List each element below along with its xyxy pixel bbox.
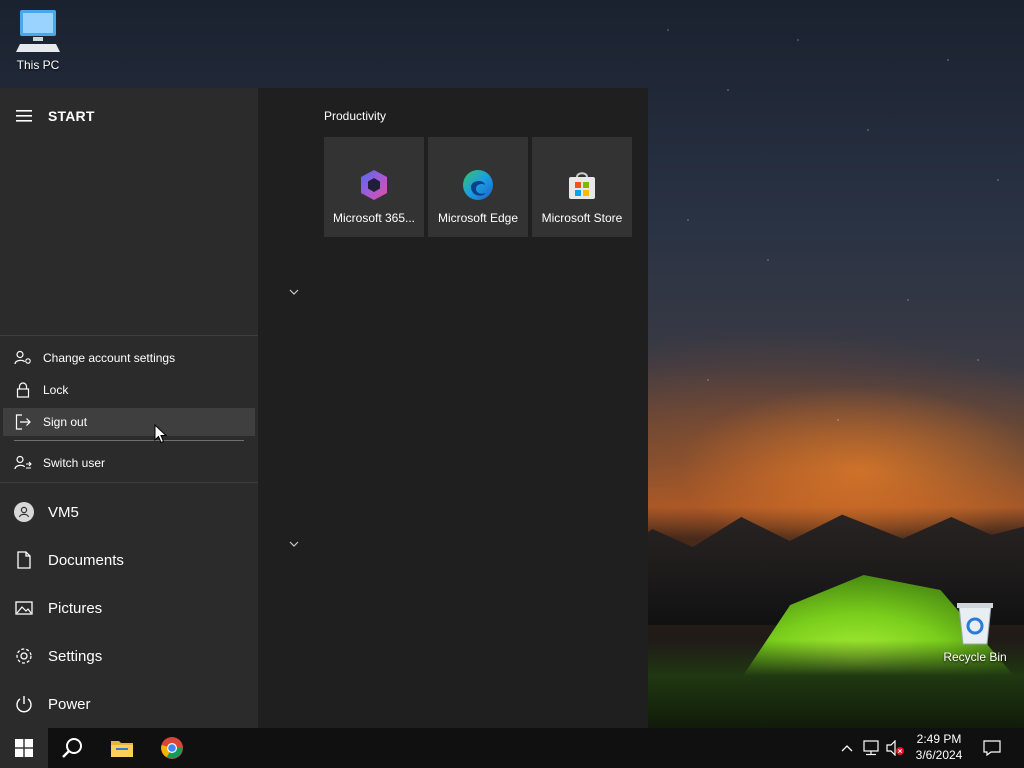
notification-icon xyxy=(983,740,1001,756)
menu-item-label: Switch user xyxy=(43,456,106,470)
store-icon xyxy=(569,172,595,199)
rail-item-icon-wrap xyxy=(0,488,48,536)
wallpaper-stars xyxy=(648,0,1024,500)
rail-item-power[interactable]: Power xyxy=(0,680,258,728)
desktop-icon-label: Recycle Bin xyxy=(943,650,1007,664)
windows-logo-icon xyxy=(15,739,33,757)
menu-item-lock[interactable]: Lock xyxy=(3,376,255,404)
menu-item-label: Lock xyxy=(43,383,69,397)
desktop-icon-recycle-bin[interactable]: Recycle Bin xyxy=(937,600,1013,664)
clock-time: 2:49 PM xyxy=(916,732,962,746)
start-button[interactable] xyxy=(0,728,48,768)
chrome-icon xyxy=(161,737,183,759)
file-explorer-button[interactable] xyxy=(98,728,146,768)
sign-out-icon xyxy=(13,412,33,432)
tile-microsoft-store[interactable]: Microsoft Store xyxy=(532,137,632,237)
start-tiles-area: Productivity Microsoft 365... Microsoft … xyxy=(258,88,648,728)
document-icon xyxy=(0,536,48,584)
rail-item-label: Pictures xyxy=(48,599,103,617)
recycle-bin-icon xyxy=(957,603,993,645)
chrome-button[interactable] xyxy=(148,728,196,768)
menu-item-switch-user[interactable]: Switch user xyxy=(3,449,255,477)
tile-label: Microsoft Store xyxy=(541,211,623,225)
volume-muted-icon xyxy=(886,740,904,756)
switch-user-icon xyxy=(13,453,33,473)
computer-icon xyxy=(16,10,60,52)
menu-item-sign-out[interactable]: Sign out xyxy=(3,408,255,436)
gear-icon xyxy=(0,632,48,680)
edge-icon xyxy=(463,170,493,200)
menu-separator xyxy=(14,440,244,441)
tile-label: Microsoft 365... xyxy=(332,211,416,225)
rail-item-documents[interactable]: Documents xyxy=(0,536,258,584)
taskbar-clock[interactable]: 2:49 PM 3/6/2024 xyxy=(908,731,970,765)
rail-item-label: Documents xyxy=(48,551,124,569)
tile-label: Microsoft Edge xyxy=(437,211,519,225)
chevron-up-icon xyxy=(841,745,853,752)
volume-tray-button[interactable] xyxy=(884,728,906,768)
user-avatar-icon xyxy=(14,502,34,522)
microsoft-365-icon xyxy=(361,170,387,200)
lock-icon xyxy=(13,380,33,400)
show-hidden-icons-button[interactable] xyxy=(838,728,856,768)
hamburger-menu-button[interactable] xyxy=(0,88,48,144)
person-gear-icon xyxy=(13,348,33,368)
collapse-group-chevron[interactable] xyxy=(282,280,306,304)
start-header: START xyxy=(0,88,258,144)
account-flyout-menu: Change account settings Lock Sign out Sw… xyxy=(0,335,258,483)
start-title: START xyxy=(48,108,95,124)
search-button[interactable] xyxy=(48,728,96,768)
desktop-icon-this-pc[interactable]: This PC xyxy=(0,8,76,72)
mouse-cursor-icon xyxy=(154,424,168,444)
power-icon xyxy=(0,680,48,728)
network-icon xyxy=(863,740,879,756)
folder-icon xyxy=(111,741,133,757)
rail-item-label: VM5 xyxy=(48,503,79,521)
menu-item-label: Sign out xyxy=(43,415,88,429)
menu-item-change-account-settings[interactable]: Change account settings xyxy=(3,344,255,372)
menu-item-label: Change account settings xyxy=(43,351,176,365)
network-tray-button[interactable] xyxy=(860,728,882,768)
tile-microsoft-365[interactable]: Microsoft 365... xyxy=(324,137,424,237)
rail-item-label: Settings xyxy=(48,647,103,665)
rail-item-user[interactable]: VM5 xyxy=(0,488,258,536)
notifications-button[interactable] xyxy=(978,728,1006,768)
tile-group-title[interactable]: Productivity xyxy=(324,109,386,123)
chevron-down-icon xyxy=(289,289,299,295)
pictures-icon xyxy=(0,584,48,632)
desktop-icon-label: This PC xyxy=(16,58,60,72)
tile-microsoft-edge[interactable]: Microsoft Edge xyxy=(428,137,528,237)
taskbar: 2:49 PM 3/6/2024 xyxy=(0,728,1024,768)
rail-item-settings[interactable]: Settings xyxy=(0,632,258,680)
rail-item-label: Power xyxy=(48,695,91,713)
chevron-down-icon xyxy=(289,541,299,547)
rail-item-pictures[interactable]: Pictures xyxy=(0,584,258,632)
hamburger-icon xyxy=(16,110,32,122)
collapse-group-chevron[interactable] xyxy=(282,532,306,556)
clock-date: 3/6/2024 xyxy=(915,748,963,762)
search-icon xyxy=(62,738,82,758)
